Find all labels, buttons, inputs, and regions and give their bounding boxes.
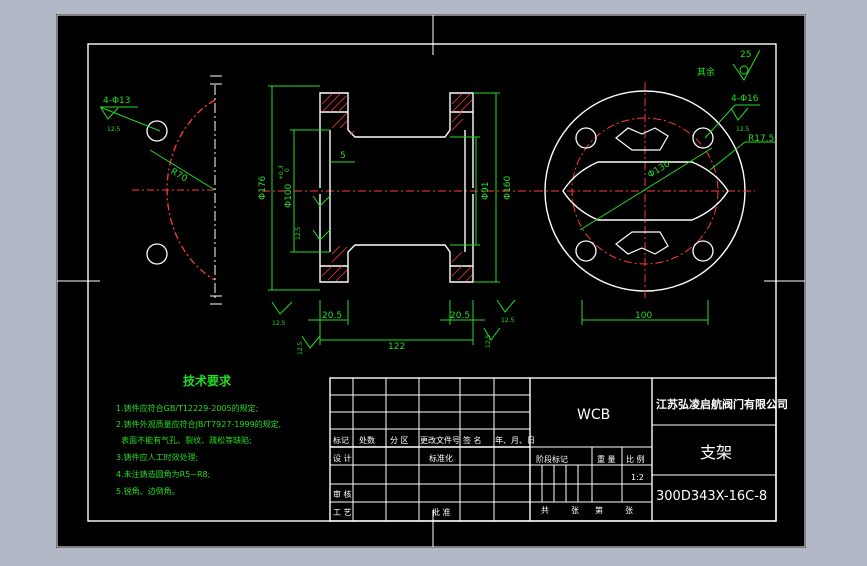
dim-bore: Φ100	[284, 183, 294, 208]
tech-item-2: 2.铸件外观质量应符合JB/T7927-1999的规定,	[116, 419, 281, 429]
tech-title: 技术要求	[183, 373, 232, 388]
row-design: 设 计	[333, 453, 352, 463]
left-roughness: 12.5	[107, 126, 121, 133]
radius-r-label: R17.5	[748, 134, 774, 144]
width-label: 100	[635, 311, 652, 321]
row-standard: 标准化	[429, 453, 453, 463]
roughness-e: 12.5	[485, 334, 492, 348]
dim-outer-dia: Φ176	[258, 175, 268, 200]
dim-inner: Φ91	[481, 181, 491, 200]
dim-right-flange: 20.5	[450, 311, 470, 321]
dim-flange-dia: Φ160	[503, 175, 513, 200]
ratio-label: 比 例	[626, 454, 645, 464]
stage-mark: 阶段标记	[536, 454, 568, 464]
drawing-number-text: 300D343X-16C-8	[656, 489, 767, 504]
col-header-6: 年、月、日	[495, 435, 535, 445]
tech-item-2b: 表面不能有气孔、裂纹、疏松等缺陷;	[116, 435, 252, 445]
rest-label: 其余	[697, 66, 715, 78]
tech-item-4: 4.未注铸造圆角为R5~R8;	[116, 469, 210, 479]
dim-length: 122	[388, 342, 405, 352]
tech-item-1: 1.铸件应符合GB/T12229-2005的规定;	[116, 403, 258, 413]
roughness-c: 12.5	[297, 341, 304, 355]
sheets-label: 张	[571, 506, 579, 515]
part-name-text: 支架	[700, 443, 732, 462]
dim-left-flange: 20.5	[322, 311, 342, 321]
right-roughness: 12.5	[736, 126, 750, 133]
col-header-3: 分 区	[390, 436, 409, 445]
tech-item-5: 5.锐角、边倒角。	[116, 486, 180, 496]
total-label: 共	[541, 506, 549, 515]
dim-gap: 5	[340, 151, 346, 161]
row-approve: 批 准	[432, 507, 451, 517]
drawing-canvas: R70 4-Φ13 12.5 Φ176 Φ100 +0.3 0 5 Φ91 Φ1…	[56, 14, 806, 548]
sheet-unit-label: 张	[625, 506, 633, 515]
col-header-2: 处数	[359, 435, 375, 445]
sheet-no-label: 第	[595, 505, 603, 515]
weight-label: 重 量	[597, 454, 616, 464]
roughness-b: 12.5	[272, 320, 286, 327]
roughness-a: 12.5	[295, 226, 302, 240]
company-text: 江苏弘凌启航阀门有限公司	[656, 397, 788, 411]
row-review: 审 核	[333, 489, 352, 499]
cad-drawing-viewport[interactable]: R70 4-Φ13 12.5 Φ176 Φ100 +0.3 0 5 Φ91 Φ1…	[0, 0, 867, 562]
col-header-1: 标记	[333, 435, 349, 445]
col-header-4: 更改文件号	[420, 435, 460, 445]
scale-text: 1:2	[631, 473, 644, 482]
row-process: 工 艺	[333, 508, 352, 517]
rest-value: 25	[740, 50, 751, 60]
holes-label: 4-Φ13	[103, 96, 131, 106]
col-header-5: 签 名	[463, 435, 482, 445]
roughness-d: 12.5	[501, 317, 515, 324]
right-holes-label: 4-Φ16	[731, 94, 759, 104]
tech-item-3: 3.铸件应人工时效处理;	[116, 452, 198, 462]
drawing-sheet	[56, 14, 806, 548]
material-text: WCB	[577, 407, 610, 423]
dim-bore-tol-lower: 0	[284, 168, 291, 172]
